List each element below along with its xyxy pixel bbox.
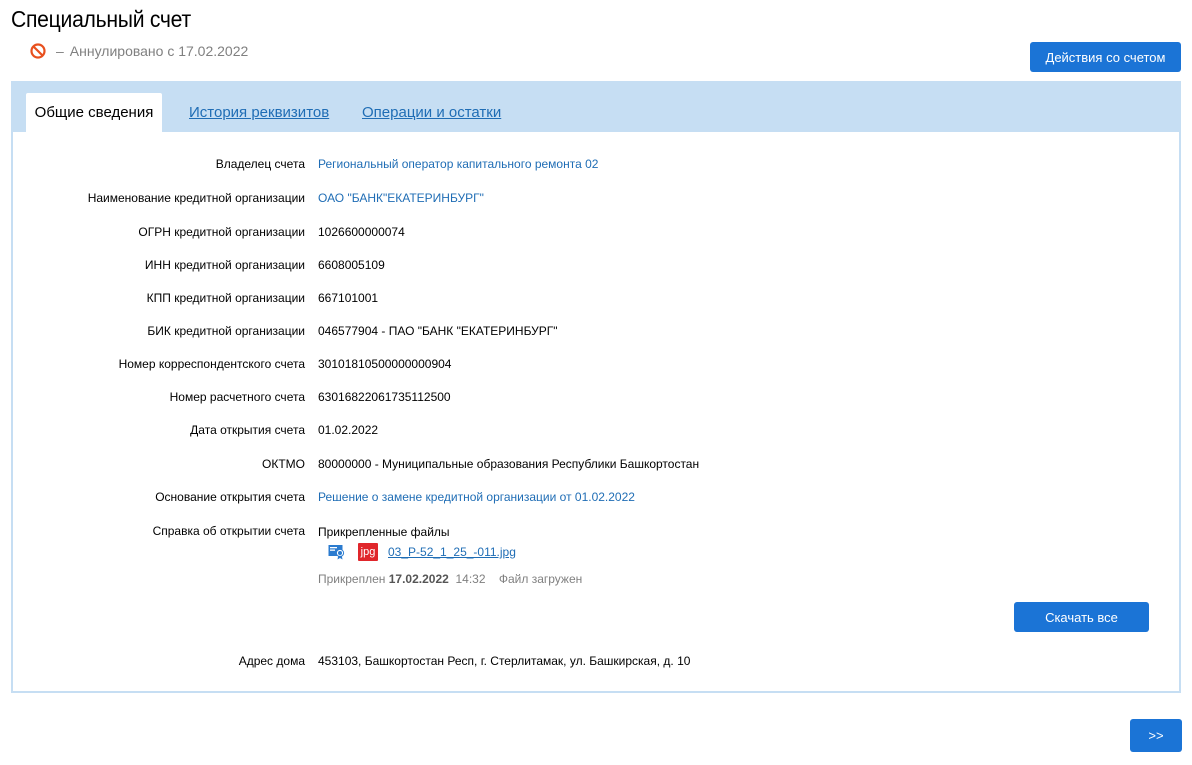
field-label: Номер корреспондентского счета [118,357,305,371]
file-meta: Прикреплен 17.02.2022 14:32 Файл загруже… [318,572,582,586]
field-label: Владелец счета [215,157,305,171]
field-value: 1026600000074 [318,225,405,239]
field-value: 30101810500000000904 [318,357,452,371]
tab-bar: Общие сведения История реквизитов Операц… [13,83,1179,132]
next-page-button[interactable]: >> [1130,719,1182,752]
field-label: Номер расчетного счета [169,390,305,404]
field-label: Дата открытия счета [190,423,305,437]
attached-file: jpg 03_P-52_1_25_-011.jpg [328,543,628,561]
field-label: Справка об открытии счета [152,524,305,538]
file-status: Файл загружен [498,572,583,586]
page-title: Специальный счет [11,6,191,32]
status-text: Аннулировано с 17.02.2022 [69,43,249,59]
owner-link[interactable]: Региональный оператор капитального ремон… [318,157,598,171]
field-label: БИК кредитной организации [147,324,305,338]
field-value: 80000000 - Муниципальные образования Рес… [318,457,700,471]
attached-time: 14:32 [455,572,486,586]
attached-files-title: Прикрепленные файлы [318,525,450,539]
ban-icon [30,43,46,59]
field-label: ОКТМО [262,457,305,471]
field-label: ОГРН кредитной организации [138,225,305,239]
field-value: 6608005109 [318,258,385,272]
tab-requisites-history[interactable]: История реквизитов [189,93,329,132]
status-dash: – [56,43,64,59]
field-label: КПП кредитной организации [146,291,305,305]
tab-general-info[interactable]: Общие сведения [26,93,162,132]
field-label: ИНН кредитной организации [144,258,305,272]
field-value: 63016822061735112500 [318,390,451,404]
field-label: Основание открытия счета [155,490,305,504]
account-details-panel: Общие сведения История реквизитов Операц… [11,81,1181,693]
attached-date: 17.02.2022 [388,572,449,586]
file-download-link[interactable]: 03_P-52_1_25_-011.jpg [388,545,516,559]
tab-operations-balances[interactable]: Операции и остатки [362,93,501,132]
account-actions-button[interactable]: Действия со счетом [1030,42,1181,72]
field-value: 046577904 - ПАО "БАНК "ЕКАТЕРИНБУРГ" [318,324,558,338]
certificate-icon[interactable] [328,544,346,560]
jpg-file-icon: jpg [358,543,378,561]
attached-files: Прикрепленные файлы jpg 03_P-52_1_25_-01… [318,525,582,586]
field-label: Адрес дома [238,654,305,668]
download-all-button[interactable]: Скачать все [1014,602,1149,632]
account-status: – Аннулировано с 17.02.2022 [30,43,248,59]
bank-name-link[interactable]: ОАО "БАНК"ЕКАТЕРИНБУРГ" [318,191,484,205]
attached-prefix: Прикреплен [318,572,386,586]
basis-link[interactable]: Решение о замене кредитной организации о… [318,490,635,504]
field-value: 01.02.2022 [318,423,379,437]
field-value: 667101001 [318,291,379,305]
field-value: 453103, Башкортостан Респ, г. Стерлитама… [318,654,691,668]
field-label: Наименование кредитной организации [87,191,305,205]
